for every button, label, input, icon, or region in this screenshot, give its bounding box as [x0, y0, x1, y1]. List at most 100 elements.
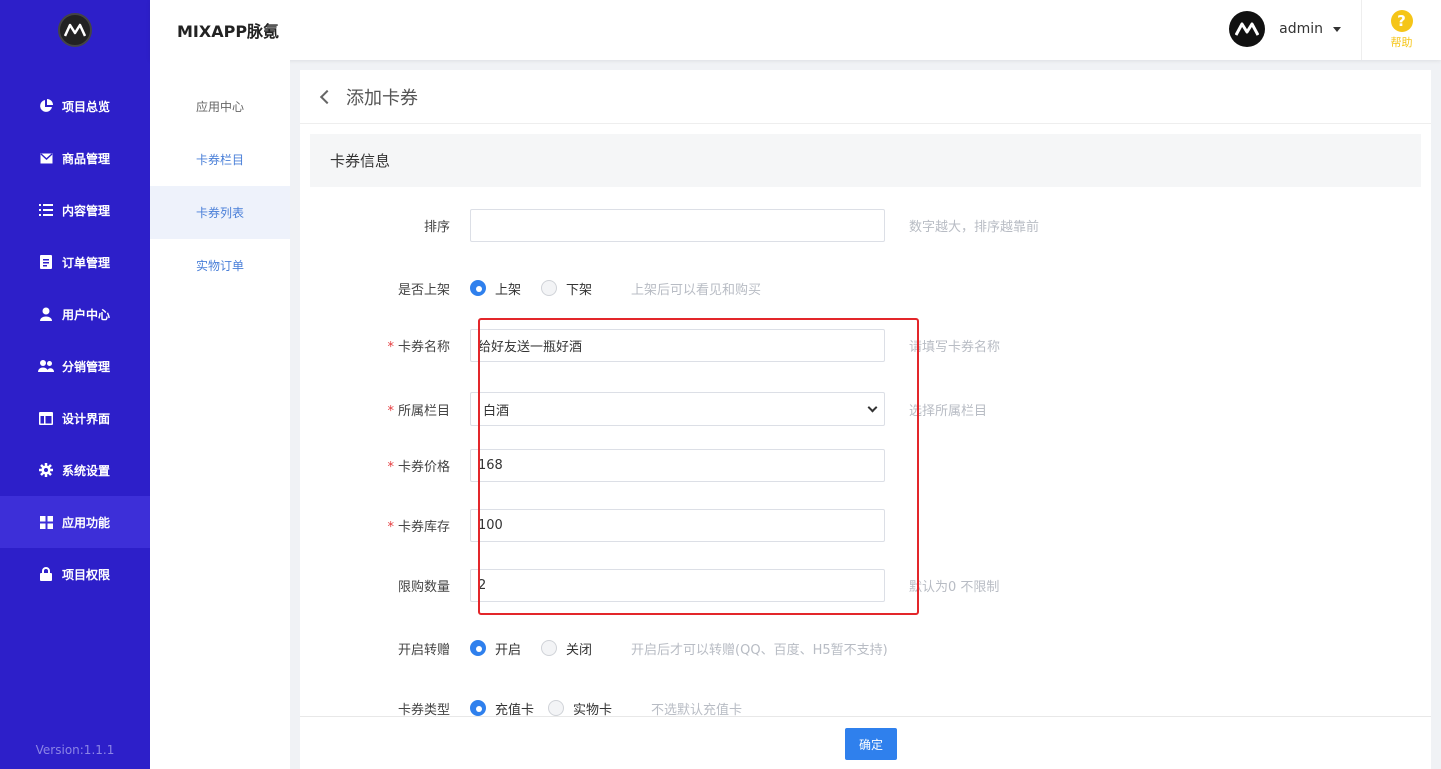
- radio-label: 充值卡: [495, 702, 535, 718]
- chevron-down-icon: [867, 402, 878, 412]
- radio-label: 关闭: [566, 642, 593, 658]
- form-row-transfer: 开启转赠 开启 关闭 开启后才可以转赠(QQ、百度、H5暂不支持): [300, 631, 1431, 665]
- card-price-input[interactable]: 168: [470, 448, 885, 482]
- envelope-icon: [38, 150, 54, 166]
- required-mark: *: [387, 403, 394, 419]
- layout-icon: [38, 410, 54, 426]
- nav-item-distribution[interactable]: 分销管理: [0, 340, 150, 392]
- radio-off-shelf[interactable]: 下架: [541, 279, 592, 298]
- radio-label: 下架: [566, 282, 593, 298]
- field-label: 开启转赠: [397, 642, 450, 658]
- field-label: 是否上架: [397, 282, 450, 298]
- field-label: 限购数量: [397, 579, 450, 595]
- help-label: 帮助: [1390, 36, 1413, 49]
- nav-item-label: 商品管理: [62, 151, 111, 166]
- radio-transfer-on[interactable]: 开启: [470, 639, 521, 658]
- form-row-price: * 卡券价格 168: [300, 448, 1431, 482]
- lock-icon: [38, 566, 54, 582]
- required-mark: *: [387, 459, 394, 475]
- radio-label: 实物卡: [573, 702, 613, 718]
- field-hint: 请填写卡券名称: [909, 339, 1001, 355]
- radio-transfer-off[interactable]: 关闭: [541, 639, 592, 658]
- nav-item-goods[interactable]: 商品管理: [0, 132, 150, 184]
- nav-item-project-overview[interactable]: 项目总览: [0, 80, 150, 132]
- nav-item-label: 项目权限: [62, 567, 111, 582]
- nav-item-design[interactable]: 设计界面: [0, 392, 150, 444]
- section-title: 卡券信息: [310, 134, 1421, 187]
- transfer-radio-group: 开启 关闭: [470, 639, 612, 658]
- nav-item-label: 分销管理: [62, 359, 111, 374]
- field-label: * 卡券库存: [300, 516, 470, 535]
- form-row-sort: 排序 数字越大，排序越靠前: [300, 208, 1431, 242]
- nav-item-label: 设计界面: [62, 411, 111, 426]
- caret-down-icon[interactable]: [1333, 26, 1341, 32]
- back-chevron-icon[interactable]: [319, 89, 335, 104]
- nav-item-label: 用户中心: [62, 307, 111, 322]
- subnav-item-card-category[interactable]: 卡券栏目: [150, 133, 290, 186]
- help-button[interactable]: ? 帮助: [1361, 0, 1441, 60]
- subnav-item-physical-orders[interactable]: 实物订单: [150, 239, 290, 292]
- radio-label: 上架: [495, 282, 522, 298]
- gear-icon: [38, 462, 54, 478]
- nav-item-settings[interactable]: 系统设置: [0, 444, 150, 496]
- field-label: 卡券类型: [397, 702, 450, 718]
- page-title: 添加卡券: [346, 87, 418, 109]
- required-mark: *: [387, 339, 394, 355]
- field-label: * 所属栏目: [300, 400, 470, 419]
- avatar[interactable]: [1229, 11, 1266, 47]
- form-row-limit: 限购数量 2 默认为0 不限制: [300, 568, 1431, 602]
- card-header: 添加卡券: [300, 70, 1431, 124]
- field-hint: 默认为0 不限制: [909, 579, 1000, 595]
- field-label-text: 卡券价格: [397, 459, 450, 475]
- help-icon: ?: [1390, 10, 1413, 32]
- nav-item-app-features[interactable]: 应用功能: [0, 496, 150, 548]
- nav-item-label: 系统设置: [62, 463, 111, 478]
- field-hint: 上架后可以看见和购买: [631, 282, 762, 298]
- category-select-value: 白酒: [483, 403, 510, 419]
- main-sidebar: 项目总览 商品管理 内容管理 订单管理 用户中心 分销管理 设计界面 系统设置: [0, 0, 150, 769]
- field-label: * 卡券价格: [300, 456, 470, 475]
- sort-input[interactable]: [470, 208, 885, 242]
- nav-item-label: 订单管理: [62, 255, 111, 270]
- form-row-category: * 所属栏目 白酒 选择所属栏目: [300, 392, 1431, 426]
- radio-physical-card[interactable]: 实物卡: [548, 699, 612, 718]
- radio-recharge-card[interactable]: 充值卡: [470, 699, 534, 718]
- subnav-item-app-center[interactable]: 应用中心: [150, 80, 290, 133]
- field-label: 排序: [423, 219, 450, 235]
- radio-unchecked-icon: [541, 640, 558, 656]
- nav-item-user-center[interactable]: 用户中心: [0, 288, 150, 340]
- version-label: Version:1.1.1: [35, 743, 115, 757]
- radio-on-shelf[interactable]: 上架: [470, 279, 521, 298]
- card-stock-input[interactable]: 100: [470, 508, 885, 542]
- nav-item-content[interactable]: 内容管理: [0, 184, 150, 236]
- logo-icon: [58, 13, 92, 47]
- app-title: MIXAPP脉氪: [177, 22, 280, 41]
- radio-unchecked-icon: [541, 280, 558, 296]
- user-menu[interactable]: admin: [1229, 10, 1341, 48]
- field-hint: 不选默认充值卡: [651, 702, 743, 718]
- field-label-text: 所属栏目: [397, 403, 450, 419]
- logo[interactable]: [0, 0, 150, 60]
- nav-item-label: 项目总览: [62, 99, 111, 114]
- main-nav: 项目总览 商品管理 内容管理 订单管理 用户中心 分销管理 设计界面 系统设置: [0, 80, 150, 600]
- field-hint: 开启后才可以转赠(QQ、百度、H5暂不支持): [631, 642, 888, 658]
- form-row-stock: * 卡券库存 100: [300, 508, 1431, 542]
- category-select[interactable]: 白酒: [470, 392, 885, 426]
- main-card: 添加卡券 卡券信息 排序 数字越大，排序越靠前 是否上架 上架 下架 上架后可以…: [300, 70, 1431, 769]
- form-footer: 确定: [300, 716, 1431, 769]
- card-type-radio-group: 充值卡 实物卡: [470, 699, 632, 718]
- pie-chart-icon: [38, 98, 54, 114]
- form-row-name: * 卡券名称 给好友送一瓶好酒 请填写卡券名称: [300, 328, 1431, 362]
- top-header: MIXAPP脉氪 admin ? 帮助: [150, 0, 1441, 60]
- field-label-text: 卡券库存: [397, 519, 450, 535]
- nav-item-orders[interactable]: 订单管理: [0, 236, 150, 288]
- confirm-button[interactable]: 确定: [845, 728, 897, 760]
- radio-label: 开启: [495, 642, 522, 658]
- nav-item-permissions[interactable]: 项目权限: [0, 548, 150, 600]
- card-name-input[interactable]: 给好友送一瓶好酒: [470, 328, 885, 362]
- user-name[interactable]: admin: [1279, 21, 1323, 37]
- nav-item-label: 内容管理: [62, 203, 111, 218]
- purchase-limit-input[interactable]: 2: [470, 568, 885, 602]
- users-icon: [38, 358, 54, 374]
- subnav-item-card-list[interactable]: 卡券列表: [150, 186, 290, 239]
